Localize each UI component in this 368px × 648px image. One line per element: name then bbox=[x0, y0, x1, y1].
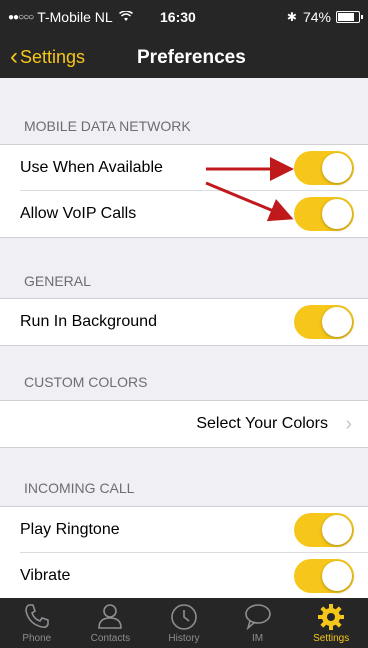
page-title: Preferences bbox=[137, 47, 246, 68]
chevron-right-icon: › bbox=[345, 412, 352, 435]
setting-row-allow-voip-calls: Allow VoIP Calls bbox=[0, 191, 368, 237]
setting-row-run-in-background: Run In Background bbox=[0, 299, 368, 345]
signal-strength-icon: ●●○○○ bbox=[8, 11, 34, 23]
incoming-call-group: Play Ringtone Vibrate bbox=[0, 506, 368, 600]
carrier-info: ●●○○○ T-Mobile NL bbox=[8, 9, 133, 25]
setting-label: Allow VoIP Calls bbox=[20, 205, 137, 222]
status-bar: ●●○○○ T-Mobile NL 16:30 ✱ 74% bbox=[0, 0, 368, 38]
setting-row-vibrate: Vibrate bbox=[0, 553, 368, 599]
mobile-data-group: Use When Available Allow VoIP Calls bbox=[0, 144, 368, 238]
carrier-name: T-Mobile NL bbox=[37, 9, 113, 25]
general-group: Run In Background bbox=[0, 298, 368, 346]
annotation-arrows bbox=[205, 157, 294, 222]
setting-row-play-ringtone: Play Ringtone bbox=[0, 507, 368, 553]
tab-contacts[interactable]: Contacts bbox=[74, 598, 148, 648]
navigation-bar: ‹ Settings Preferences bbox=[0, 38, 368, 78]
back-button[interactable]: ‹ Settings bbox=[10, 45, 85, 69]
use-when-available-toggle[interactable] bbox=[294, 151, 354, 185]
tab-label: History bbox=[168, 633, 200, 644]
phone-icon bbox=[24, 604, 49, 628]
tab-phone[interactable]: Phone bbox=[0, 598, 74, 648]
setting-label: Use When Available bbox=[20, 159, 163, 176]
tab-label: Settings bbox=[313, 633, 350, 644]
back-button-label: Settings bbox=[20, 46, 86, 67]
setting-label: Vibrate bbox=[20, 567, 71, 584]
tab-settings[interactable]: Settings bbox=[294, 598, 368, 648]
play-ringtone-toggle[interactable] bbox=[294, 513, 354, 547]
history-icon bbox=[171, 604, 197, 630]
allow-voip-calls-toggle[interactable] bbox=[294, 197, 354, 231]
setting-label: Run In Background bbox=[20, 313, 157, 330]
section-header-incoming-call: INCOMING CALL bbox=[24, 480, 135, 496]
section-header-custom-colors: CUSTOM COLORS bbox=[24, 374, 148, 390]
tab-history[interactable]: History bbox=[147, 598, 221, 648]
tab-bar: Phone Contacts History IM Settings bbox=[0, 598, 368, 648]
chat-icon bbox=[244, 604, 271, 630]
battery-info: ✱ 74% bbox=[286, 9, 363, 25]
gear-icon bbox=[318, 604, 345, 630]
battery-icon bbox=[336, 11, 363, 23]
clock: 16:30 bbox=[160, 9, 196, 25]
run-in-background-toggle[interactable] bbox=[294, 305, 354, 339]
custom-colors-group: Select Your Colors › bbox=[0, 400, 368, 448]
bluetooth-icon: ✱ bbox=[286, 10, 297, 24]
tab-label: Contacts bbox=[90, 633, 131, 644]
tab-label: IM bbox=[252, 633, 264, 644]
wifi-icon bbox=[118, 9, 133, 25]
section-header-general: GENERAL bbox=[24, 273, 91, 289]
contacts-icon bbox=[98, 604, 123, 629]
setting-label: Play Ringtone bbox=[20, 521, 120, 538]
tab-label: Phone bbox=[22, 633, 52, 644]
section-header-mobile-data: MOBILE DATA NETWORK bbox=[24, 118, 191, 134]
battery-percentage: 74% bbox=[302, 9, 331, 25]
chevron-left-icon: ‹ bbox=[10, 43, 18, 70]
vibrate-toggle[interactable] bbox=[294, 559, 354, 593]
tab-im[interactable]: IM bbox=[221, 598, 295, 648]
setting-row-use-when-available: Use When Available bbox=[0, 145, 368, 191]
select-colors-label: Select Your Colors bbox=[196, 415, 328, 432]
select-colors-row[interactable]: Select Your Colors › bbox=[0, 401, 368, 447]
